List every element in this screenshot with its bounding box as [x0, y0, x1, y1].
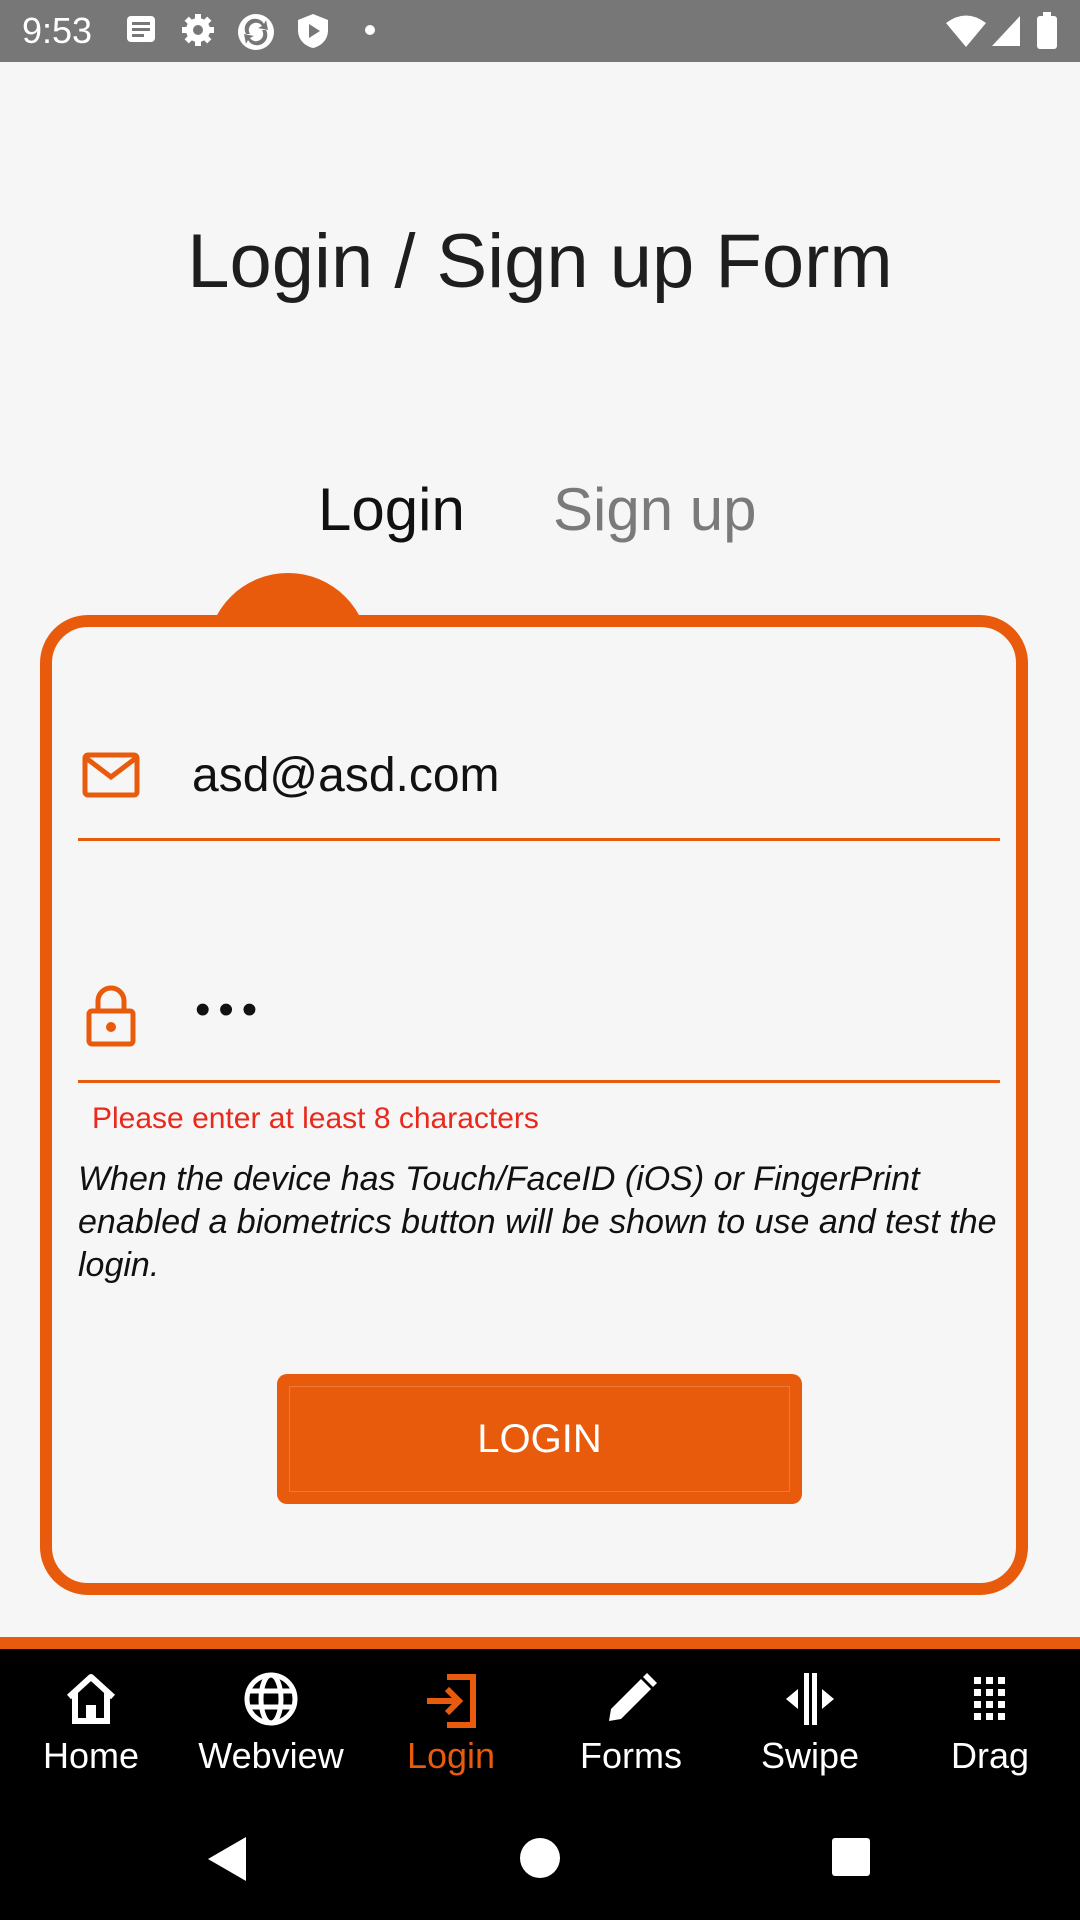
tab-login[interactable]: Login	[318, 475, 465, 544]
nav-item-home[interactable]: Home	[1, 1649, 181, 1800]
login-button-label: LOGIN	[477, 1416, 602, 1461]
nav-label-login: Login	[406, 1735, 496, 1776]
nav-item-webview[interactable]: Webview	[181, 1649, 361, 1800]
password-error-message: Please enter at least 8 characters	[92, 1102, 539, 1135]
biometrics-hint-text: When the device has Touch/FaceID (iOS) o…	[78, 1160, 997, 1284]
system-nav-bar	[0, 1800, 1080, 1920]
swipe-icon	[786, 1673, 834, 1725]
password-field[interactable]: •••	[195, 985, 265, 1035]
battery-icon	[1037, 12, 1057, 49]
login-icon	[427, 1674, 476, 1728]
nav-item-forms[interactable]: Forms	[541, 1649, 721, 1800]
home-circle-icon[interactable]	[518, 1836, 562, 1880]
email-field-underline	[78, 838, 1000, 841]
nav-label-home: Home	[42, 1735, 140, 1776]
nav-label-drag: Drag	[950, 1735, 1030, 1776]
wifi-icon	[946, 15, 986, 47]
back-icon[interactable]	[204, 1834, 250, 1884]
login-button[interactable]: LOGIN	[277, 1374, 802, 1504]
nav-label-swipe: Swipe	[760, 1735, 860, 1776]
password-field-underline	[78, 1080, 1000, 1083]
status-time: 9:53	[22, 10, 93, 51]
tabbar-top-border	[0, 1637, 1080, 1649]
nav-label-forms: Forms	[580, 1735, 682, 1776]
email-field[interactable]: asd@asd.com	[192, 748, 500, 803]
cellular-signal-icon	[992, 16, 1020, 46]
mail-icon	[82, 752, 140, 798]
bottom-nav: Home Webview Login Forms Swipe Drag	[0, 1649, 1080, 1800]
page-title: Login / Sign up Form	[187, 219, 893, 304]
sync-icon	[238, 14, 274, 50]
recents-square-icon[interactable]	[830, 1836, 872, 1878]
settings-gear-icon	[182, 14, 214, 46]
nav-label-webview: Webview	[198, 1735, 344, 1776]
shield-play-icon	[298, 14, 328, 48]
notes-icon	[127, 16, 155, 42]
status-bar: 9:53	[0, 0, 1080, 62]
grid-dots-icon	[974, 1677, 1005, 1720]
nav-item-login[interactable]: Login	[361, 1649, 541, 1800]
dot-icon	[365, 25, 375, 35]
lock-icon	[86, 985, 136, 1047]
home-icon	[66, 1674, 116, 1724]
pencil-icon	[609, 1673, 657, 1721]
tab-signup[interactable]: Sign up	[553, 475, 757, 544]
nav-item-swipe[interactable]: Swipe	[720, 1649, 900, 1800]
globe-icon	[244, 1672, 298, 1726]
nav-item-drag[interactable]: Drag	[900, 1649, 1080, 1800]
